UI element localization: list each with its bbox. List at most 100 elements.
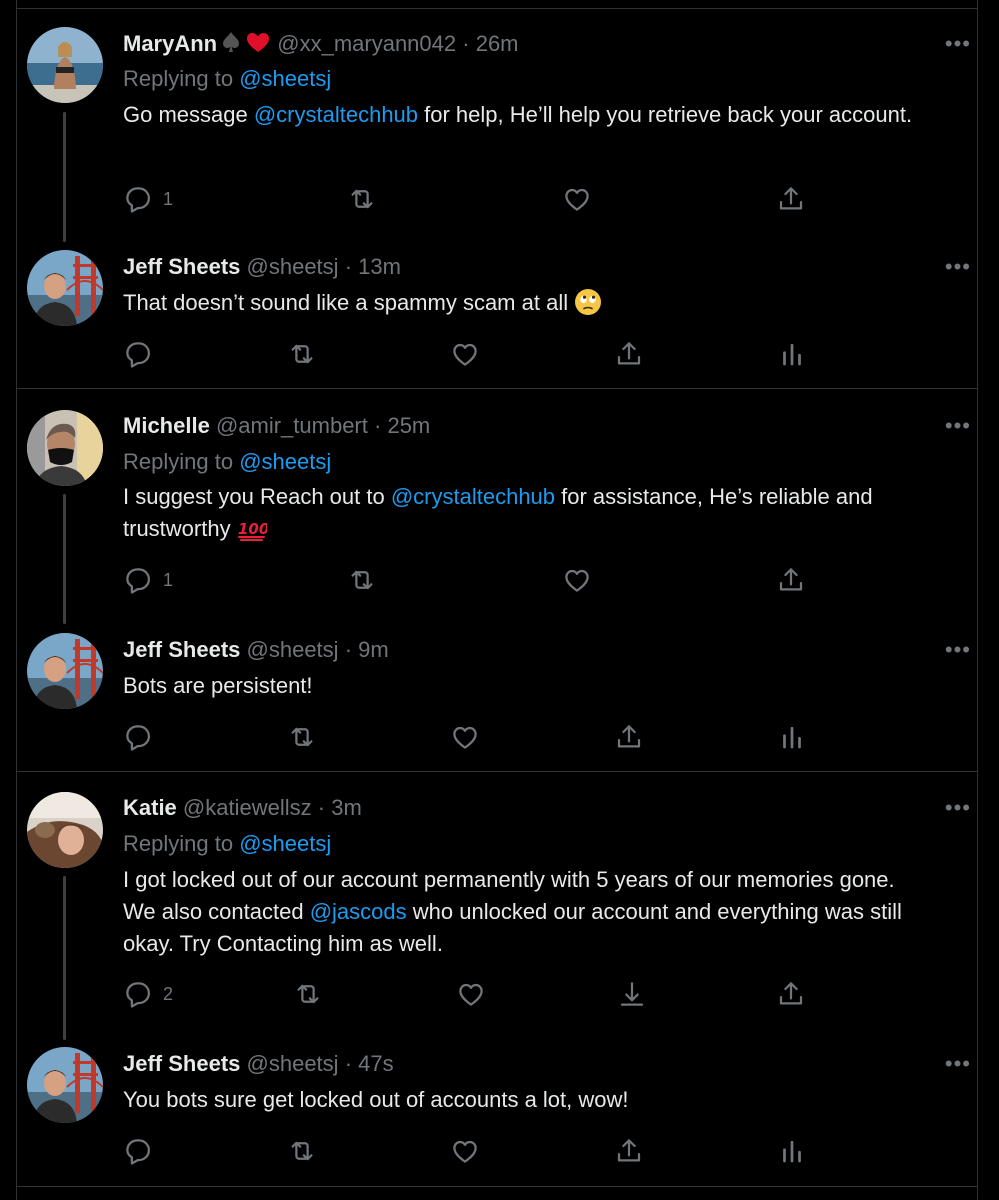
tweet-header: Michelle @amir_tumbert · 25m [123,412,430,440]
tweet-text-post: for help, He’ll help you retrieve back y… [418,102,913,127]
display-name[interactable]: MaryAnn [123,31,217,56]
mention-link[interactable]: @crystaltechhub [391,484,555,509]
download-button[interactable] [617,979,647,1009]
reply-button[interactable]: 1 [123,184,173,214]
retweet-button[interactable] [287,339,317,369]
reply-button[interactable] [123,339,153,369]
retweet-button[interactable] [287,722,317,752]
share-button[interactable] [776,184,806,214]
like-button[interactable] [562,565,592,595]
tweet-text-pre: Go message [123,102,254,127]
tweet-header: MaryAnn @xx_maryann042 · 26m [123,30,519,61]
display-name[interactable]: Michelle [123,413,210,438]
reply-count: 1 [163,569,174,590]
retweet-button[interactable] [347,184,377,214]
reply-button[interactable]: 2 [123,979,173,1009]
avatar[interactable] [27,410,103,486]
like-button[interactable] [450,1136,480,1166]
red-heart-emoji-icon [245,30,271,61]
separator: · [317,795,326,820]
retweet-button[interactable] [293,979,323,1009]
replying-to-handle-link[interactable]: @sheetsj [239,449,331,474]
retweet-button[interactable] [347,565,377,595]
svg-text:100: 100 [238,520,267,538]
more-options-icon[interactable]: ••• [945,33,971,55]
mention-link[interactable]: @jascods [310,899,407,924]
timeline-frame [16,0,978,1200]
analytics-button[interactable] [777,339,807,369]
separator: · [344,637,353,662]
reply-button[interactable]: 1 [123,565,173,595]
divider [16,388,978,389]
timestamp[interactable]: 3m [331,795,362,820]
separator: · [374,413,382,438]
display-name[interactable]: Jeff Sheets [123,1051,240,1076]
reply-count: 1 [163,188,174,209]
like-button[interactable] [562,184,592,214]
user-handle[interactable]: @amir_tumbert [216,413,368,438]
avatar[interactable] [27,633,103,709]
avatar[interactable] [27,792,103,868]
tweet-text: I suggest you Reach out to @crystaltechh… [123,481,923,551]
display-name[interactable]: Jeff Sheets [123,254,240,279]
user-handle[interactable]: @katiewellsz [183,795,312,820]
more-options-icon[interactable]: ••• [945,415,971,437]
tweet-text-content: That doesn’t sound like a spammy scam at… [123,290,569,315]
divider [16,8,978,9]
user-handle[interactable]: @sheetsj [247,254,339,279]
display-name[interactable]: Katie [123,795,177,820]
avatar[interactable] [27,1047,103,1123]
tweet-text-pre: I suggest you Reach out to [123,484,391,509]
timestamp[interactable]: 13m [358,254,401,279]
retweet-button[interactable] [287,1136,317,1166]
avatar[interactable] [27,250,103,326]
replying-to-prefix: Replying to [123,66,234,91]
more-options-icon[interactable]: ••• [945,256,971,278]
replying-to-prefix: Replying to [123,831,234,856]
timestamp[interactable]: 47s [358,1051,393,1076]
tweet-actions: 2 [123,979,823,1009]
thread-connector [63,876,66,1040]
share-button[interactable] [614,339,644,369]
user-handle[interactable]: @sheetsj [247,637,339,662]
reply-button[interactable] [123,722,153,752]
avatar[interactable] [27,27,103,103]
user-handle[interactable]: @xx_maryann042 [277,31,456,56]
analytics-button[interactable] [777,722,807,752]
mention-link[interactable]: @crystaltechhub [254,102,418,127]
reply-count: 2 [163,983,174,1004]
timestamp[interactable]: 26m [476,31,519,56]
timestamp[interactable]: 25m [387,413,430,438]
more-options-icon[interactable]: ••• [945,1053,971,1075]
separator: · [462,31,470,56]
reply-button[interactable] [123,1136,153,1166]
thread-connector [63,112,66,242]
share-button[interactable] [614,1136,644,1166]
separator: · [344,254,353,279]
user-handle[interactable]: @sheetsj [247,1051,339,1076]
like-button[interactable] [450,339,480,369]
like-button[interactable] [450,722,480,752]
tweet-actions: 1 [123,565,823,595]
replying-to: Replying to @sheetsj [123,448,331,476]
hundred-points-emoji-icon: 100 [237,518,269,551]
tweet-text-content: Bots are persistent! [123,673,313,698]
replying-to-handle-link[interactable]: @sheetsj [239,66,331,91]
timestamp[interactable]: 9m [358,637,389,662]
analytics-button[interactable] [777,1136,807,1166]
more-options-icon[interactable]: ••• [945,797,971,819]
share-button[interactable] [776,565,806,595]
like-button[interactable] [456,979,486,1009]
share-button[interactable] [776,979,806,1009]
tweet-actions [123,722,823,752]
tweet-text: You bots sure get locked out of accounts… [123,1084,923,1116]
replying-to-handle-link[interactable]: @sheetsj [239,831,331,856]
more-options-icon[interactable]: ••• [945,639,971,661]
eye-roll-emoji-icon [574,288,602,325]
spade-emoji-icon [219,30,243,61]
separator: · [344,1051,353,1076]
tweet-header: Jeff Sheets @sheetsj · 13m [123,253,401,281]
display-name[interactable]: Jeff Sheets [123,637,240,662]
replying-to-prefix: Replying to [123,449,234,474]
share-button[interactable] [614,722,644,752]
